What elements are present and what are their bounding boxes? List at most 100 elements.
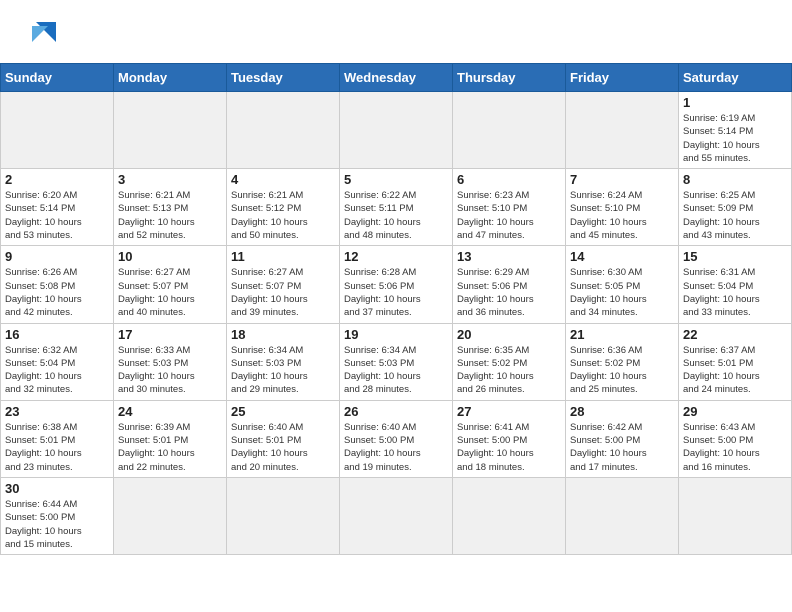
calendar-day-cell: 6 Sunrise: 6:23 AM Sunset: 5:10 PM Daylig… <box>453 169 566 246</box>
page: SundayMondayTuesdayWednesdayThursdayFrid… <box>0 0 792 555</box>
calendar-week-row: 30 Sunrise: 6:44 AM Sunset: 5:00 PM Dayli… <box>1 477 792 554</box>
day-number: 5 <box>344 172 448 187</box>
day-info: Sunrise: 6:21 AM Sunset: 5:12 PM Dayligh… <box>231 189 335 242</box>
calendar-day-cell <box>679 477 792 554</box>
calendar-day-cell: 13 Sunrise: 6:29 AM Sunset: 5:06 PM Dayli… <box>453 246 566 323</box>
calendar-week-row: 9Sunrise: 6:26 AM Sunset: 5:08 PM Daylig… <box>1 246 792 323</box>
day-info: Sunrise: 6:30 AM Sunset: 5:05 PM Dayligh… <box>570 266 674 319</box>
header <box>0 0 792 59</box>
calendar-day-cell: 14 Sunrise: 6:30 AM Sunset: 5:05 PM Dayli… <box>566 246 679 323</box>
calendar-day-cell: 27 Sunrise: 6:41 AM Sunset: 5:00 PM Dayli… <box>453 400 566 477</box>
day-info: Sunrise: 6:41 AM Sunset: 5:00 PM Dayligh… <box>457 421 561 474</box>
calendar-day-cell: 8 Sunrise: 6:25 AM Sunset: 5:09 PM Daylig… <box>679 169 792 246</box>
day-info: Sunrise: 6:35 AM Sunset: 5:02 PM Dayligh… <box>457 344 561 397</box>
day-info: Sunrise: 6:34 AM Sunset: 5:03 PM Dayligh… <box>231 344 335 397</box>
logo <box>24 18 60 51</box>
day-info: Sunrise: 6:38 AM Sunset: 5:01 PM Dayligh… <box>5 421 109 474</box>
day-info: Sunrise: 6:32 AM Sunset: 5:04 PM Dayligh… <box>5 344 109 397</box>
calendar-day-cell <box>114 477 227 554</box>
calendar-day-cell: 26Sunrise: 6:40 AM Sunset: 5:00 PM Dayli… <box>340 400 453 477</box>
calendar-day-cell <box>227 477 340 554</box>
day-number: 4 <box>231 172 335 187</box>
day-number: 22 <box>683 327 787 342</box>
day-info: Sunrise: 6:20 AM Sunset: 5:14 PM Dayligh… <box>5 189 109 242</box>
calendar-day-cell: 1 Sunrise: 6:19 AM Sunset: 5:14 PM Daylig… <box>679 92 792 169</box>
day-number: 16 <box>5 327 109 342</box>
calendar-day-cell: 21 Sunrise: 6:36 AM Sunset: 5:02 PM Dayli… <box>566 323 679 400</box>
calendar-day-cell: 16 Sunrise: 6:32 AM Sunset: 5:04 PM Dayli… <box>1 323 114 400</box>
weekday-header: Tuesday <box>227 64 340 92</box>
day-info: Sunrise: 6:22 AM Sunset: 5:11 PM Dayligh… <box>344 189 448 242</box>
day-number: 1 <box>683 95 787 110</box>
day-number: 24 <box>118 404 222 419</box>
calendar-day-cell: 29 Sunrise: 6:43 AM Sunset: 5:00 PM Dayli… <box>679 400 792 477</box>
day-info: Sunrise: 6:37 AM Sunset: 5:01 PM Dayligh… <box>683 344 787 397</box>
day-number: 28 <box>570 404 674 419</box>
day-info: Sunrise: 6:23 AM Sunset: 5:10 PM Dayligh… <box>457 189 561 242</box>
logo-icon <box>28 18 60 46</box>
day-number: 7 <box>570 172 674 187</box>
day-number: 10 <box>118 249 222 264</box>
day-number: 8 <box>683 172 787 187</box>
day-number: 20 <box>457 327 561 342</box>
day-number: 27 <box>457 404 561 419</box>
day-info: Sunrise: 6:34 AM Sunset: 5:03 PM Dayligh… <box>344 344 448 397</box>
day-number: 30 <box>5 481 109 496</box>
day-number: 6 <box>457 172 561 187</box>
calendar-day-cell <box>114 92 227 169</box>
day-number: 23 <box>5 404 109 419</box>
day-number: 14 <box>570 249 674 264</box>
calendar-day-cell: 23 Sunrise: 6:38 AM Sunset: 5:01 PM Dayli… <box>1 400 114 477</box>
calendar-day-cell: 12Sunrise: 6:28 AM Sunset: 5:06 PM Dayli… <box>340 246 453 323</box>
day-number: 13 <box>457 249 561 264</box>
weekday-header: Monday <box>114 64 227 92</box>
calendar-day-cell: 11 Sunrise: 6:27 AM Sunset: 5:07 PM Dayli… <box>227 246 340 323</box>
calendar-day-cell: 2Sunrise: 6:20 AM Sunset: 5:14 PM Daylig… <box>1 169 114 246</box>
day-number: 18 <box>231 327 335 342</box>
day-info: Sunrise: 6:25 AM Sunset: 5:09 PM Dayligh… <box>683 189 787 242</box>
weekday-header: Wednesday <box>340 64 453 92</box>
day-info: Sunrise: 6:42 AM Sunset: 5:00 PM Dayligh… <box>570 421 674 474</box>
calendar-day-cell <box>453 92 566 169</box>
calendar-day-cell <box>227 92 340 169</box>
calendar-table: SundayMondayTuesdayWednesdayThursdayFrid… <box>0 63 792 555</box>
day-info: Sunrise: 6:26 AM Sunset: 5:08 PM Dayligh… <box>5 266 109 319</box>
day-info: Sunrise: 6:19 AM Sunset: 5:14 PM Dayligh… <box>683 112 787 165</box>
calendar-day-cell <box>566 477 679 554</box>
calendar-week-row: 2Sunrise: 6:20 AM Sunset: 5:14 PM Daylig… <box>1 169 792 246</box>
day-info: Sunrise: 6:36 AM Sunset: 5:02 PM Dayligh… <box>570 344 674 397</box>
calendar-day-cell: 15 Sunrise: 6:31 AM Sunset: 5:04 PM Dayli… <box>679 246 792 323</box>
day-info: Sunrise: 6:33 AM Sunset: 5:03 PM Dayligh… <box>118 344 222 397</box>
calendar-day-cell: 17Sunrise: 6:33 AM Sunset: 5:03 PM Dayli… <box>114 323 227 400</box>
day-number: 15 <box>683 249 787 264</box>
calendar-day-cell: 19Sunrise: 6:34 AM Sunset: 5:03 PM Dayli… <box>340 323 453 400</box>
day-number: 11 <box>231 249 335 264</box>
day-number: 21 <box>570 327 674 342</box>
calendar-week-row: 23 Sunrise: 6:38 AM Sunset: 5:01 PM Dayli… <box>1 400 792 477</box>
weekday-header-row: SundayMondayTuesdayWednesdayThursdayFrid… <box>1 64 792 92</box>
day-info: Sunrise: 6:31 AM Sunset: 5:04 PM Dayligh… <box>683 266 787 319</box>
calendar-day-cell: 18 Sunrise: 6:34 AM Sunset: 5:03 PM Dayli… <box>227 323 340 400</box>
calendar-day-cell: 28 Sunrise: 6:42 AM Sunset: 5:00 PM Dayli… <box>566 400 679 477</box>
calendar-day-cell <box>1 92 114 169</box>
weekday-header: Sunday <box>1 64 114 92</box>
calendar-week-row: 1 Sunrise: 6:19 AM Sunset: 5:14 PM Daylig… <box>1 92 792 169</box>
day-info: Sunrise: 6:29 AM Sunset: 5:06 PM Dayligh… <box>457 266 561 319</box>
calendar-day-cell: 25 Sunrise: 6:40 AM Sunset: 5:01 PM Dayli… <box>227 400 340 477</box>
day-info: Sunrise: 6:40 AM Sunset: 5:01 PM Dayligh… <box>231 421 335 474</box>
day-info: Sunrise: 6:44 AM Sunset: 5:00 PM Dayligh… <box>5 498 109 551</box>
calendar-day-cell <box>453 477 566 554</box>
weekday-header: Friday <box>566 64 679 92</box>
day-info: Sunrise: 6:43 AM Sunset: 5:00 PM Dayligh… <box>683 421 787 474</box>
day-number: 12 <box>344 249 448 264</box>
calendar-day-cell: 22 Sunrise: 6:37 AM Sunset: 5:01 PM Dayli… <box>679 323 792 400</box>
calendar-day-cell <box>340 92 453 169</box>
day-number: 29 <box>683 404 787 419</box>
calendar-week-row: 16 Sunrise: 6:32 AM Sunset: 5:04 PM Dayli… <box>1 323 792 400</box>
calendar-day-cell: 30 Sunrise: 6:44 AM Sunset: 5:00 PM Dayli… <box>1 477 114 554</box>
day-info: Sunrise: 6:39 AM Sunset: 5:01 PM Dayligh… <box>118 421 222 474</box>
day-number: 25 <box>231 404 335 419</box>
calendar-day-cell <box>340 477 453 554</box>
calendar-day-cell: 3Sunrise: 6:21 AM Sunset: 5:13 PM Daylig… <box>114 169 227 246</box>
day-info: Sunrise: 6:27 AM Sunset: 5:07 PM Dayligh… <box>231 266 335 319</box>
